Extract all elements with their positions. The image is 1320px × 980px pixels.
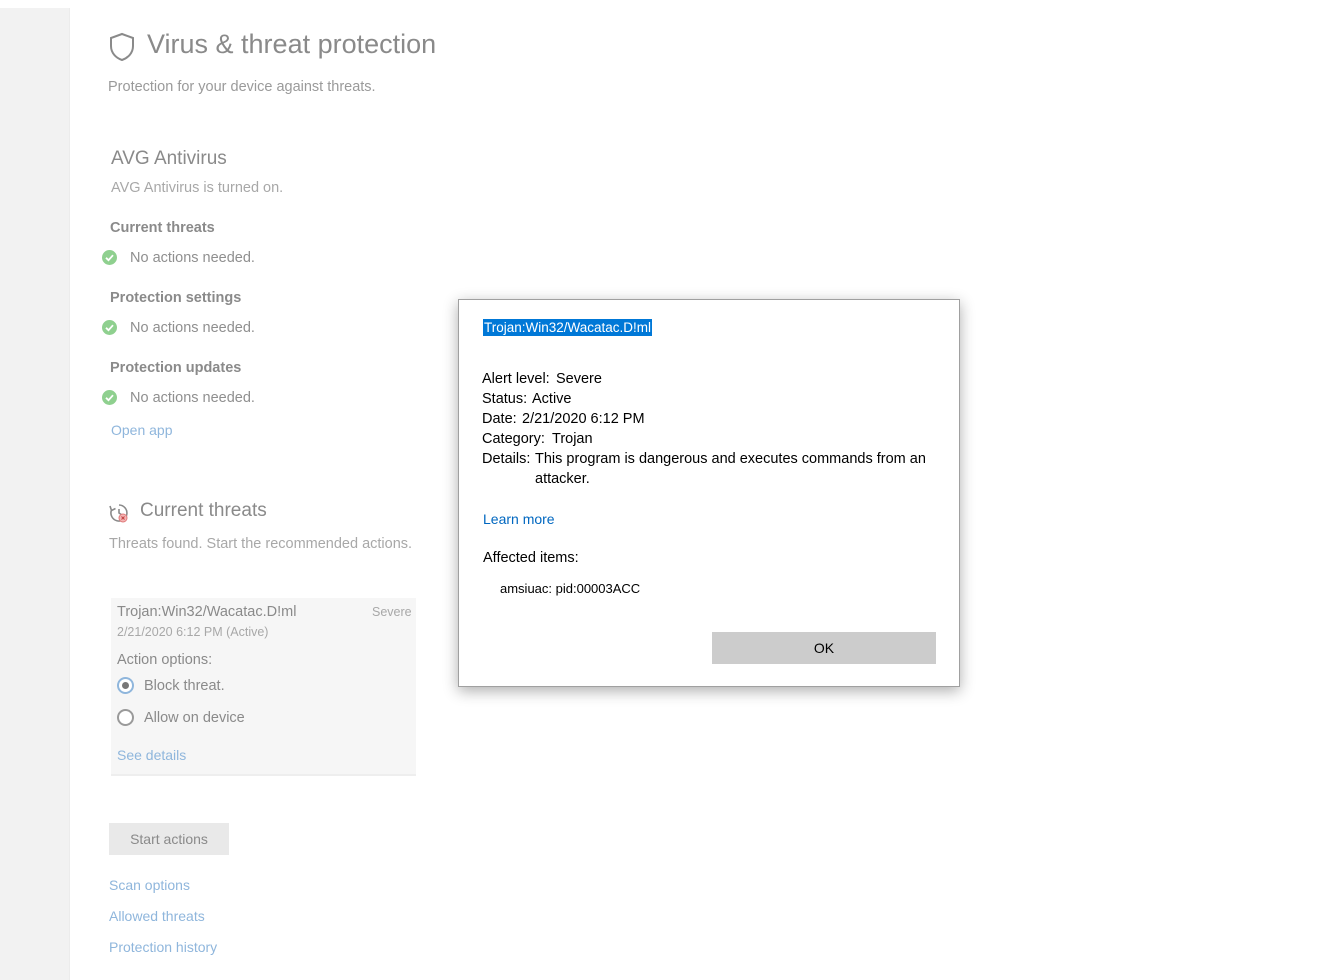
radio-block-threat[interactable] bbox=[117, 677, 134, 694]
threat-name: Trojan:Win32/Wacatac.D!ml bbox=[117, 604, 297, 620]
option-block-threat-label: Block threat. bbox=[144, 678, 225, 694]
threat-history-icon bbox=[109, 504, 128, 523]
shield-icon bbox=[110, 32, 134, 62]
status-row: Status: Active bbox=[482, 391, 572, 407]
radio-allow-on-device[interactable] bbox=[117, 709, 134, 726]
action-options-label: Action options: bbox=[117, 652, 213, 668]
threats-section-title: Current threats bbox=[140, 500, 267, 521]
alert-level-value: Severe bbox=[556, 371, 602, 387]
threats-section-subtitle: Threats found. Start the recommended act… bbox=[109, 536, 413, 552]
check-icon bbox=[102, 390, 117, 405]
group-title-protection-settings: Protection settings bbox=[110, 290, 242, 306]
details-line-2: attacker. bbox=[535, 471, 590, 487]
group-status-protection-settings: No actions needed. bbox=[130, 320, 255, 336]
category-label: Category: bbox=[482, 431, 545, 447]
details-label: Details: bbox=[482, 451, 531, 467]
status-value: Active bbox=[532, 391, 572, 407]
details-line-1: This program is dangerous and executes c… bbox=[535, 451, 926, 467]
threat-severity: Severe bbox=[372, 605, 412, 619]
category-value: Trojan bbox=[552, 431, 593, 447]
group-title-current-threats: Current threats bbox=[110, 220, 215, 236]
start-actions-button[interactable]: Start actions bbox=[109, 823, 229, 855]
category-row: Category: Trojan bbox=[482, 431, 593, 447]
date-value: 2/21/2020 6:12 PM bbox=[522, 411, 645, 427]
scan-options-link[interactable]: Scan options bbox=[109, 877, 190, 893]
date-label: Date: bbox=[482, 411, 517, 427]
affected-items-label: Affected items: bbox=[483, 550, 579, 566]
open-app-link[interactable]: Open app bbox=[111, 422, 173, 438]
threat-details-dialog: Trojan:Win32/Wacatac.D!ml Alert level: S… bbox=[458, 299, 960, 687]
check-icon bbox=[102, 250, 117, 265]
threat-card: Trojan:Win32/Wacatac.D!ml Severe 2/21/20… bbox=[111, 598, 416, 776]
alert-level-row: Alert level: Severe bbox=[482, 371, 602, 387]
group-status-protection-updates: No actions needed. bbox=[130, 390, 255, 406]
page-title: Virus & threat protection bbox=[147, 29, 437, 59]
threat-date: 2/21/2020 6:12 PM (Active) bbox=[117, 625, 269, 639]
group-status-current-threats: No actions needed. bbox=[130, 250, 255, 266]
affected-item: amsiuac: pid:00003ACC bbox=[500, 581, 641, 596]
group-title-protection-updates: Protection updates bbox=[110, 360, 242, 376]
check-icon bbox=[102, 320, 117, 335]
learn-more-link[interactable]: Learn more bbox=[483, 511, 555, 527]
details-row: Details: This program is dangerous and e… bbox=[482, 451, 926, 487]
protection-history-link[interactable]: Protection history bbox=[109, 939, 217, 955]
alert-level-label: Alert level: bbox=[482, 371, 550, 387]
status-label: Status: bbox=[482, 391, 528, 407]
dialog-title[interactable]: Trojan:Win32/Wacatac.D!ml bbox=[483, 319, 653, 336]
see-details-link[interactable]: See details bbox=[117, 747, 186, 763]
allowed-threats-link[interactable]: Allowed threats bbox=[109, 908, 205, 924]
provider-status: AVG Antivirus is turned on. bbox=[111, 180, 284, 196]
option-allow-label: Allow on device bbox=[144, 710, 245, 726]
ok-button[interactable]: OK bbox=[712, 632, 936, 664]
provider-title: AVG Antivirus bbox=[111, 148, 227, 169]
date-row: Date: 2/21/2020 6:12 PM bbox=[482, 411, 645, 427]
page-subtitle: Protection for your device against threa… bbox=[108, 79, 376, 95]
